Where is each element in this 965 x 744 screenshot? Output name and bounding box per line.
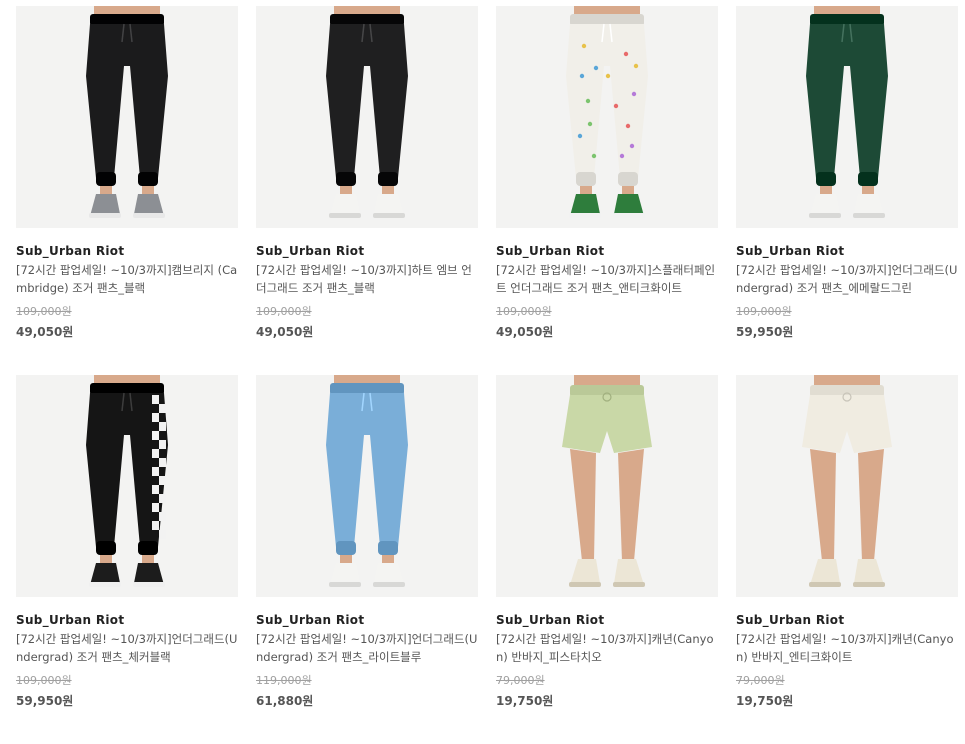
original-price: 109,000원 [16, 305, 72, 318]
product-grid: Sub_Urban Riot [72시간 팝업세일! ~10/3까지]캠브리지 (… [16, 6, 958, 744]
product-card[interactable]: Sub_Urban Riot [72시간 팝업세일! ~10/3까지]언더그래드(… [16, 375, 238, 744]
product-card[interactable]: Sub_Urban Riot [72시간 팝업세일! ~10/3까지]캐년(Can… [736, 375, 958, 744]
sale-price: 19,750원 [736, 694, 794, 708]
green-jogger-pants-photo [736, 6, 958, 228]
product-name-link[interactable]: [72시간 팝업세일! ~10/3까지]언더그래드(Undergrad) 조거 … [16, 630, 238, 666]
original-price: 79,000원 [496, 674, 545, 687]
product-brand: Sub_Urban Riot [16, 613, 125, 627]
product-brand: Sub_Urban Riot [16, 244, 125, 258]
product-card[interactable]: Sub_Urban Riot [72시간 팝업세일! ~10/3까지]캐년(Can… [496, 375, 718, 744]
product-brand: Sub_Urban Riot [496, 244, 605, 258]
black-jogger-pants-photo [16, 6, 238, 228]
sale-price: 49,050원 [16, 325, 74, 339]
product-image[interactable] [496, 375, 718, 597]
product-card[interactable]: Sub_Urban Riot [72시간 팝업세일! ~10/3까지]하트 엠브 … [256, 6, 478, 375]
white-splatter-jogger-photo [496, 6, 718, 228]
product-card[interactable]: Sub_Urban Riot [72시간 팝업세일! ~10/3까지]스플래터페인… [496, 6, 718, 375]
product-brand: Sub_Urban Riot [256, 244, 365, 258]
product-name-link[interactable]: [72시간 팝업세일! ~10/3까지]언더그래드(Undergrad) 조거 … [736, 261, 958, 297]
white-shorts-photo [736, 375, 958, 597]
product-brand: Sub_Urban Riot [736, 244, 845, 258]
product-image[interactable] [496, 6, 718, 228]
product-image[interactable] [256, 6, 478, 228]
product-name-link[interactable]: [72시간 팝업세일! ~10/3까지]언더그래드(Undergrad) 조거 … [256, 630, 478, 666]
product-card[interactable]: Sub_Urban Riot [72시간 팝업세일! ~10/3까지]언더그래드(… [256, 375, 478, 744]
product-image[interactable] [16, 375, 238, 597]
product-name-link[interactable]: [72시간 팝업세일! ~10/3까지]하트 엠브 언더그래드 조거 팬츠_블랙 [256, 261, 478, 297]
product-image[interactable] [256, 375, 478, 597]
original-price: 109,000원 [736, 305, 792, 318]
original-price: 109,000원 [496, 305, 552, 318]
blue-jogger-pants-photo [256, 375, 478, 597]
sale-price: 59,950원 [16, 694, 74, 708]
original-price: 119,000원 [256, 674, 312, 687]
product-image[interactable] [736, 375, 958, 597]
product-name-link[interactable]: [72시간 팝업세일! ~10/3까지]캠브리지 (Cambridge) 조거 … [16, 261, 238, 297]
product-image[interactable] [736, 6, 958, 228]
product-card[interactable]: Sub_Urban Riot [72시간 팝업세일! ~10/3까지]언더그래드(… [736, 6, 958, 375]
sale-price: 49,050원 [256, 325, 314, 339]
pistachio-shorts-photo [496, 375, 718, 597]
sale-price: 59,950원 [736, 325, 794, 339]
product-brand: Sub_Urban Riot [496, 613, 605, 627]
black-jogger-pants-photo [256, 6, 478, 228]
sale-price: 61,880원 [256, 694, 314, 708]
original-price: 79,000원 [736, 674, 785, 687]
product-card[interactable]: Sub_Urban Riot [72시간 팝업세일! ~10/3까지]캠브리지 (… [16, 6, 238, 375]
original-price: 109,000원 [256, 305, 312, 318]
sale-price: 19,750원 [496, 694, 554, 708]
checker-jogger-pants-photo [16, 375, 238, 597]
product-name-link[interactable]: [72시간 팝업세일! ~10/3까지]캐년(Canyon) 반바지_엔티크화이… [736, 630, 958, 666]
product-name-link[interactable]: [72시간 팝업세일! ~10/3까지]캐년(Canyon) 반바지_피스타치오 [496, 630, 718, 666]
product-brand: Sub_Urban Riot [256, 613, 365, 627]
product-image[interactable] [16, 6, 238, 228]
product-name-link[interactable]: [72시간 팝업세일! ~10/3까지]스플래터페인트 언더그래드 조거 팬츠_… [496, 261, 718, 297]
original-price: 109,000원 [16, 674, 72, 687]
sale-price: 49,050원 [496, 325, 554, 339]
product-brand: Sub_Urban Riot [736, 613, 845, 627]
